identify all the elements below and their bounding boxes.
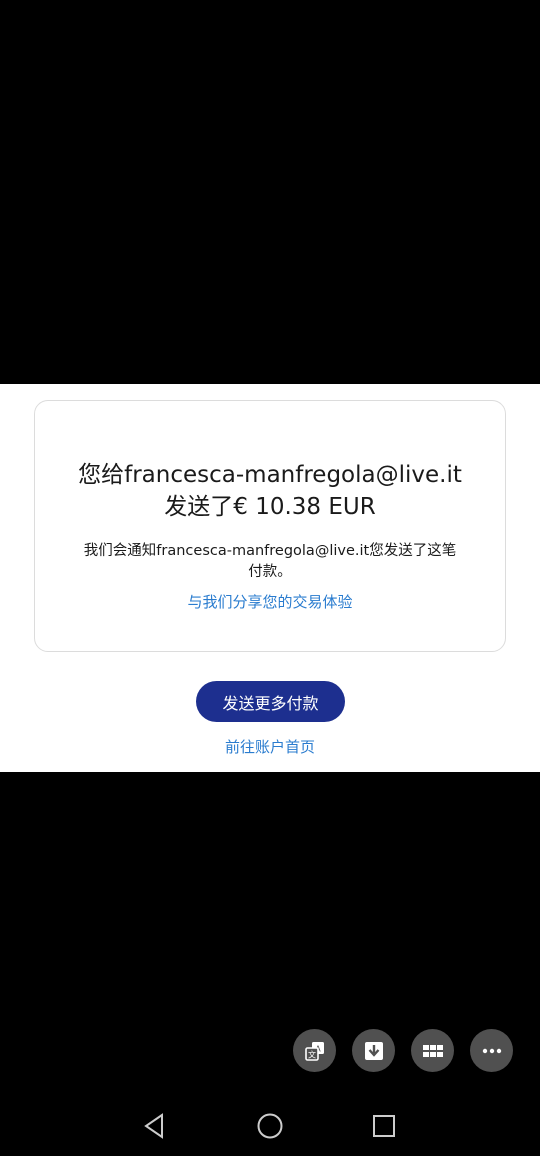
- download-button[interactable]: [352, 1029, 395, 1072]
- nav-back-button[interactable]: [134, 1106, 174, 1146]
- account-home-link[interactable]: 前往账户首页: [0, 736, 540, 757]
- headline-recipient: 您给francesca-manfregola@live.it: [78, 462, 462, 488]
- share-experience-link[interactable]: 与我们分享您的交易体验: [35, 591, 505, 612]
- download-icon: [364, 1041, 383, 1060]
- more-options-button[interactable]: [470, 1029, 513, 1072]
- apps-grid-icon: [422, 1044, 443, 1057]
- nav-recents-button[interactable]: [364, 1106, 404, 1146]
- notification-text: 我们会通知francesca-manfregola@live.it您发送了这笔付…: [83, 543, 457, 580]
- recents-icon: [373, 1115, 395, 1137]
- home-icon: [257, 1113, 283, 1139]
- confirmation-card: 您给francesca-manfregola@live.it 发送了€ 10.3…: [34, 400, 506, 652]
- more-horizontal-icon: [482, 1048, 501, 1053]
- translate-button[interactable]: A 文: [293, 1029, 336, 1072]
- nav-home-button[interactable]: [250, 1106, 290, 1146]
- send-more-payments-button[interactable]: 发送更多付款: [196, 681, 345, 722]
- back-icon: [144, 1113, 163, 1139]
- payment-confirmation-page: 您给francesca-manfregola@live.it 发送了€ 10.3…: [0, 384, 540, 772]
- translate-icon: A 文: [304, 1041, 324, 1061]
- headline-amount: 发送了€ 10.38 EUR: [164, 494, 376, 520]
- apps-button[interactable]: [411, 1029, 454, 1072]
- confirmation-headline: 您给francesca-manfregola@live.it 发送了€ 10.3…: [35, 459, 505, 523]
- svg-text:文: 文: [308, 1049, 316, 1059]
